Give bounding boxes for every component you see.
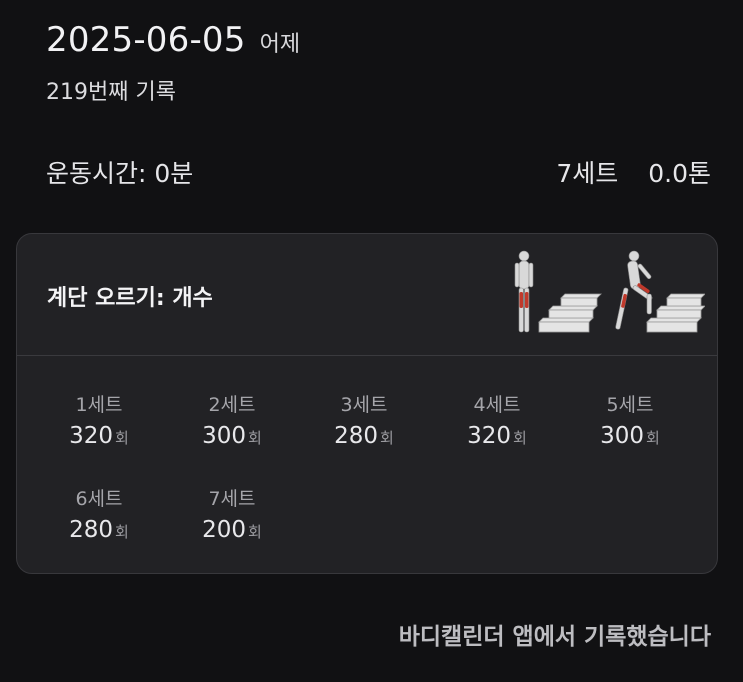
set-reps: 280 — [334, 423, 379, 449]
workout-summary: 운동시간: 0분 7세트 0.0톤 — [46, 154, 711, 190]
set-label: 4세트 — [473, 394, 521, 416]
record-count: 219번째 기록 — [46, 80, 176, 105]
set-item: 3세트 280 회 — [309, 390, 419, 449]
set-unit: 회 — [115, 523, 129, 541]
stair-climb-illustration-icon — [514, 250, 705, 333]
set-label: 1세트 — [75, 394, 123, 416]
exercise-card-header: 계단 오르기: 개수 — [17, 234, 717, 356]
set-reps: 320 — [69, 423, 114, 449]
set-item: 4세트 320 회 — [442, 390, 552, 449]
set-label: 2세트 — [208, 394, 256, 416]
total-volume: 0.0톤 — [648, 159, 711, 188]
exercise-card[interactable]: 계단 오르기: 개수 1세트 320 회 2세트 300 회 3세트 280 회… — [16, 233, 718, 574]
set-reps: 300 — [600, 423, 645, 449]
record-date: 2025-06-05 — [46, 20, 246, 60]
set-reps: 320 — [467, 423, 512, 449]
relative-day: 어제 — [259, 32, 301, 57]
set-item: 5세트 300 회 — [575, 390, 685, 449]
footer-note: 바디캘린더 앱에서 기록했습니다 — [398, 624, 711, 650]
workout-duration: 운동시간: 0분 — [46, 159, 194, 188]
set-unit: 회 — [248, 523, 262, 541]
set-unit: 회 — [513, 429, 527, 447]
total-sets: 7세트 — [556, 159, 619, 188]
set-unit: 회 — [115, 429, 129, 447]
set-item: 1세트 320 회 — [44, 390, 154, 449]
set-item: 6세트 280 회 — [44, 484, 154, 543]
set-reps: 200 — [202, 517, 247, 543]
set-label: 5세트 — [606, 394, 654, 416]
date-header: 2025-06-05 어제 — [46, 20, 300, 60]
set-label: 3세트 — [340, 394, 388, 416]
set-reps: 300 — [202, 423, 247, 449]
set-label: 7세트 — [208, 488, 256, 510]
set-label: 6세트 — [75, 488, 123, 510]
set-unit: 회 — [380, 429, 394, 447]
set-reps: 280 — [69, 517, 114, 543]
set-item: 7세트 200 회 — [177, 484, 287, 543]
set-unit: 회 — [248, 429, 262, 447]
set-item: 2세트 300 회 — [177, 390, 287, 449]
set-unit: 회 — [646, 429, 660, 447]
exercise-title: 계단 오르기: 개수 — [47, 286, 213, 311]
